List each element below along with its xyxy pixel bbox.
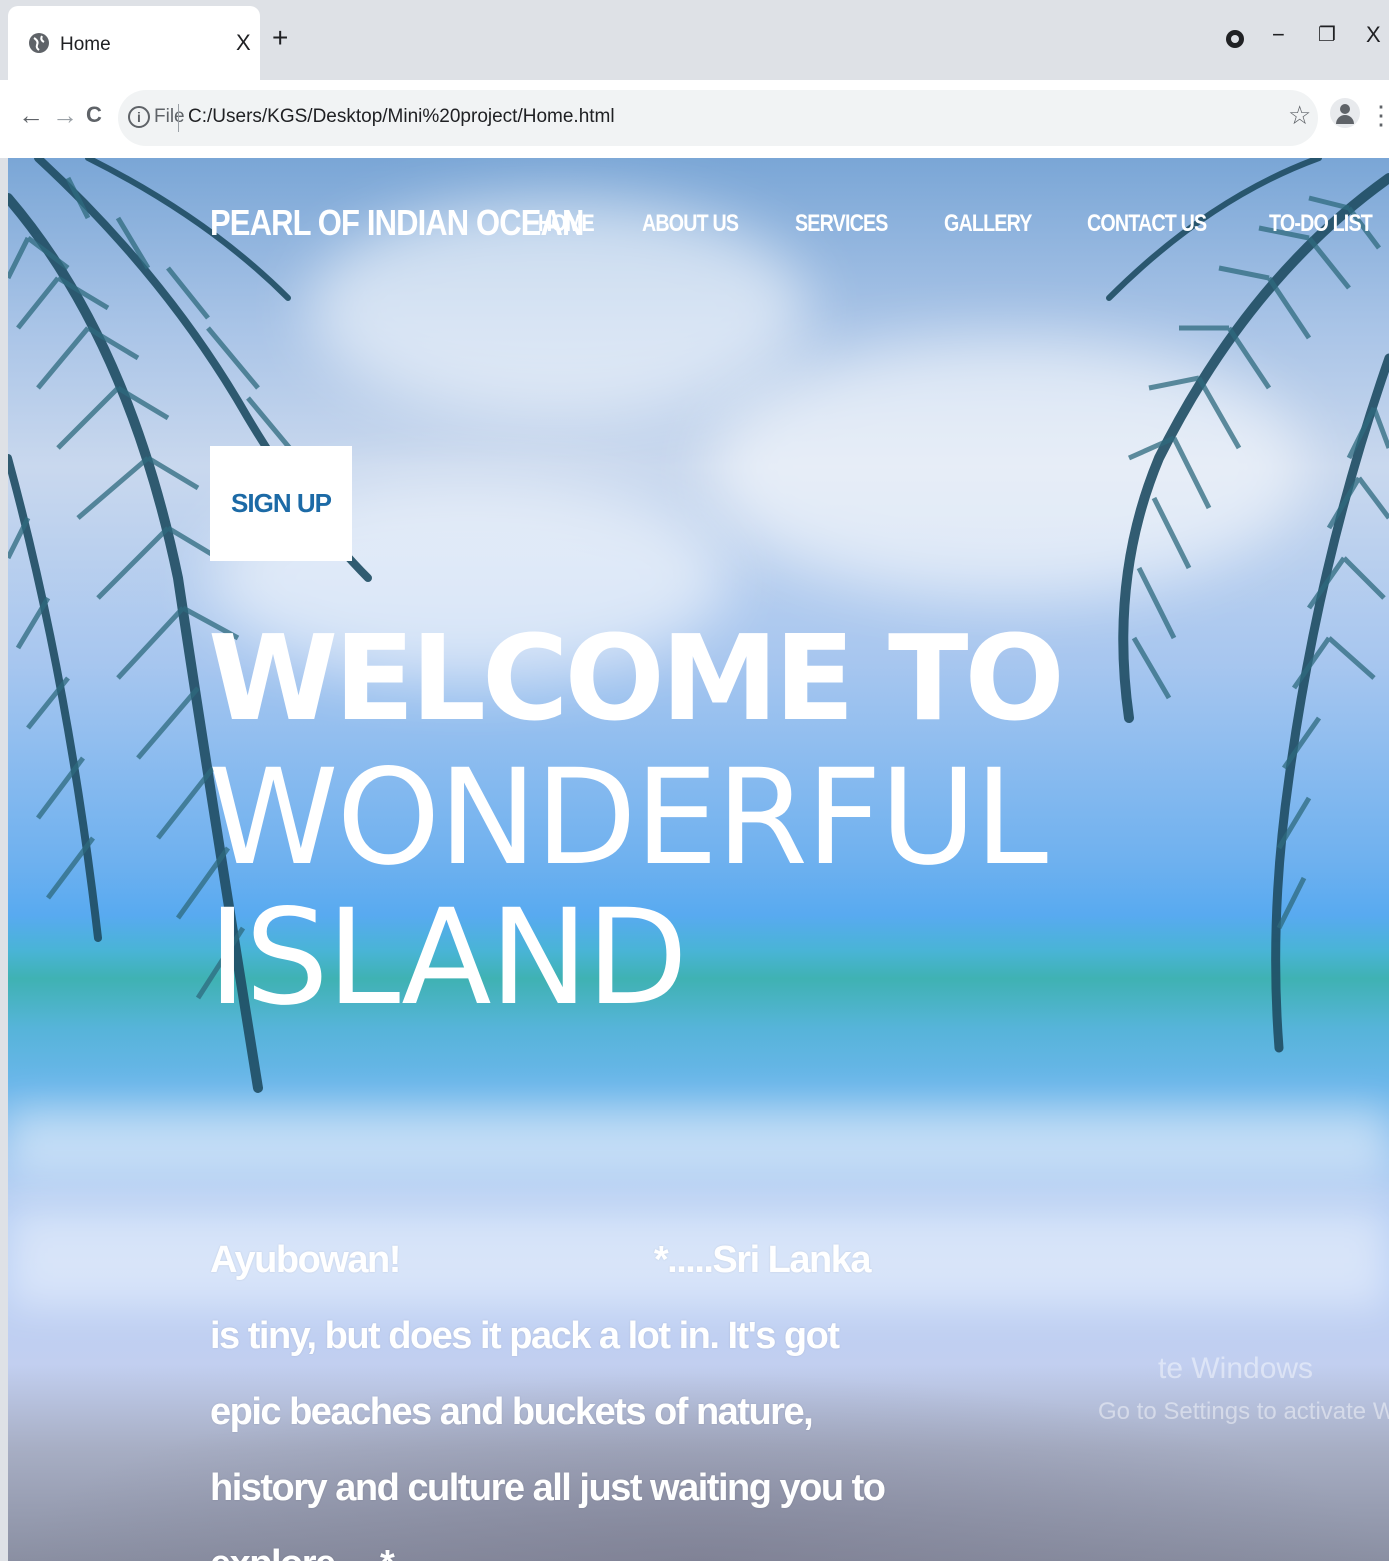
new-tab-button[interactable]: + — [272, 24, 288, 52]
intro-greeting: Ayubowan! — [210, 1239, 401, 1281]
browser-menu-icon[interactable]: ⋮ — [1368, 100, 1389, 131]
hero-line-1: WELCOME TO — [208, 609, 1065, 747]
close-window-button[interactable]: X — [1366, 22, 1381, 48]
address-bar[interactable]: i File C:/Users/KGS/Desktop/Mini%20proje… — [118, 90, 1318, 146]
page-viewport: PEARL OF INDIAN OCEAN HOME ABOUT US SERV… — [8, 158, 1389, 1561]
intro-paragraph: Ayubowan! *.....Sri Lanka is tiny, but do… — [210, 1222, 900, 1561]
globe-icon — [29, 33, 49, 53]
forward-button[interactable]: → — [52, 100, 78, 130]
browser-tab-home[interactable]: Home X — [8, 6, 260, 80]
site-nav: HOME ABOUT US SERVICES GALLERY CONTACT U… — [538, 210, 1389, 238]
watermark-line-2: Go to Settings to activate Windows. — [1098, 1398, 1389, 1425]
nav-link-todo-list[interactable]: TO-DO LIST — [1269, 210, 1373, 238]
activation-watermark: te Windows Go to Settings to activate Wi… — [1098, 1352, 1389, 1426]
reload-button[interactable]: C — [86, 100, 102, 130]
nav-link-home[interactable]: HOME — [538, 210, 595, 238]
hero-line-2: WONDERFUL — [208, 741, 1048, 895]
site-brand-logo[interactable]: PEARL OF INDIAN OCEAN — [210, 202, 584, 244]
browser-tab-strip: Home X + − ❐ X — [0, 0, 1389, 80]
wave-foam — [8, 1108, 1389, 1178]
info-icon[interactable]: i — [128, 106, 150, 128]
profile-indicator-icon[interactable] — [1226, 30, 1244, 48]
watermark-line-1: te Windows — [1158, 1352, 1314, 1385]
file-label: File — [154, 106, 185, 127]
tab-title: Home — [60, 34, 111, 55]
restore-button[interactable]: ❐ — [1318, 22, 1336, 47]
address-separator — [178, 104, 179, 132]
hero-heading: WELCOME TO WONDERFUL ISLAND — [208, 608, 1065, 1035]
nav-link-contact-us[interactable]: CONTACT US — [1087, 210, 1207, 238]
nav-link-gallery[interactable]: GALLERY — [944, 210, 1032, 238]
hero-line-3: ISLAND — [208, 881, 688, 1035]
url-text[interactable]: C:/Users/KGS/Desktop/Mini%20project/Home… — [188, 106, 615, 128]
nav-link-services[interactable]: SERVICES — [795, 210, 888, 238]
bookmark-star-icon[interactable]: ☆ — [1288, 100, 1311, 131]
tab-close-icon[interactable]: X — [236, 30, 251, 56]
back-button[interactable]: ← — [18, 100, 44, 130]
profile-avatar-icon[interactable] — [1330, 98, 1360, 128]
nav-link-about-us[interactable]: ABOUT US — [642, 210, 739, 238]
browser-toolbar: ← → C i File C:/Users/KGS/Desktop/Mini%2… — [0, 80, 1389, 158]
signup-button[interactable]: SIGN UP — [210, 446, 352, 561]
minimize-button[interactable]: − — [1272, 22, 1285, 48]
